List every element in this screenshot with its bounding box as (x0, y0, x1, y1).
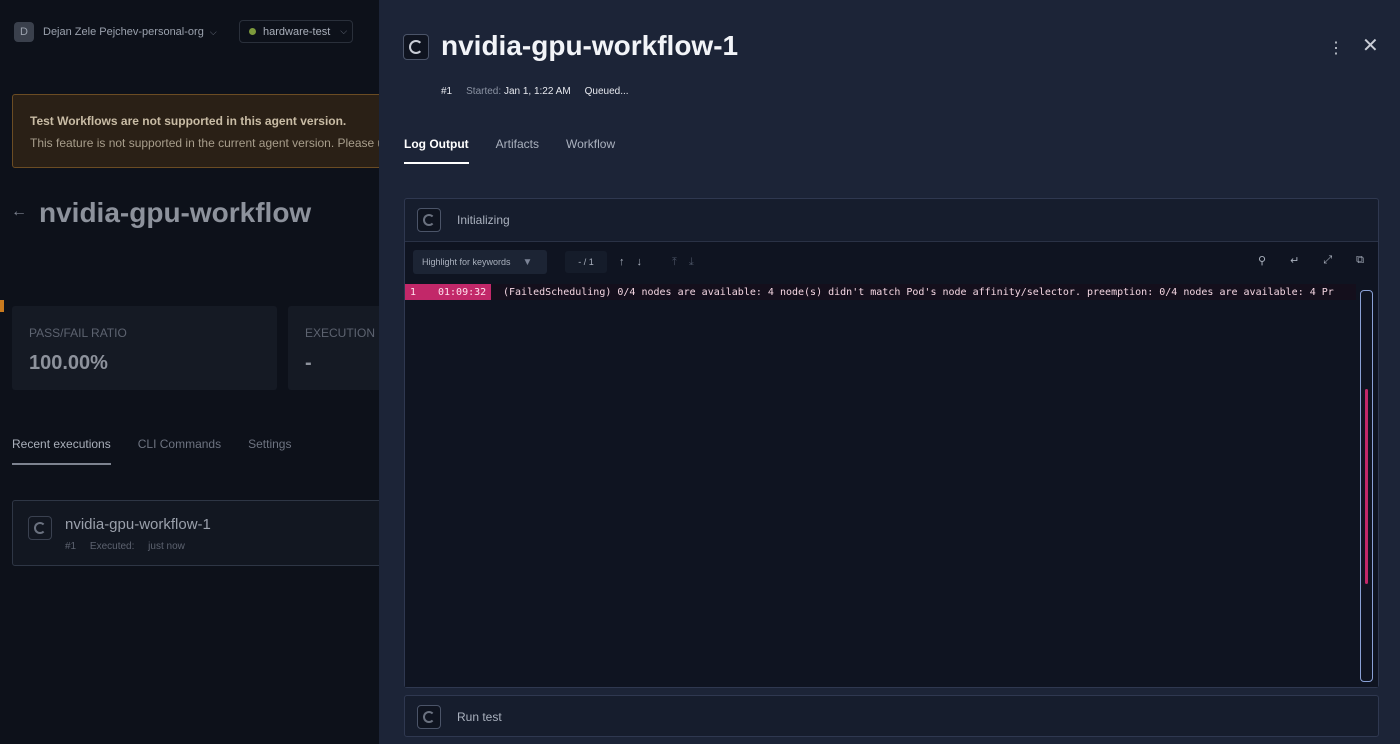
wrap-icon[interactable]: ↵ (1290, 254, 1299, 267)
executed-value: just now (148, 541, 185, 552)
environment-name: hardware-test (263, 25, 331, 38)
log-toolbar: Highlight for keywords ▼ - / 1 ↑ ↓ ⤒ ⤓ ⚲… (405, 242, 1378, 282)
log-viewer: Highlight for keywords ▼ - / 1 ↑ ↓ ⤒ ⤓ ⚲… (405, 241, 1378, 687)
execution-name: nvidia-gpu-workflow-1 (65, 516, 211, 533)
step-header[interactable]: Run test (405, 696, 1378, 738)
loading-spinner-icon (417, 208, 441, 232)
execution-meta: #1 Started: Jan 1, 1:22 AM Queued... (441, 86, 629, 97)
page-title: nvidia-gpu-workflow (39, 197, 312, 228)
status-accent-bar (0, 300, 4, 312)
expand-icon[interactable]: ⤢ (1323, 254, 1332, 267)
started-label: Started: (466, 86, 502, 97)
step-header[interactable]: Initializing (405, 199, 1378, 241)
more-vertical-icon[interactable]: ⋮ (1328, 38, 1344, 58)
arrow-left-icon[interactable]: ← (11, 203, 27, 221)
log-scrollbar[interactable] (1360, 290, 1373, 682)
step-name: Initializing (457, 213, 510, 227)
search-icon[interactable]: ⚲ (1258, 254, 1266, 267)
loading-spinner-icon (28, 516, 52, 540)
org-switcher[interactable]: D Dejan Zele Pejchev-personal-org ⌵ (14, 20, 217, 44)
loading-spinner-icon (417, 705, 441, 729)
filter-icon: ▼ (522, 256, 533, 268)
execution-number: #1 (441, 86, 453, 97)
scroll-bottom-icon[interactable]: ⤓ (689, 256, 694, 269)
started-value: Jan 1, 1:22 AM (503, 86, 571, 97)
chevron-down-icon: ⌵ (209, 26, 217, 37)
match-counter: - / 1 (565, 251, 607, 273)
log-line-gutter: 1 01:09:32 (405, 284, 491, 300)
tab-settings[interactable]: Settings (248, 437, 291, 465)
log-line-number: 1 (410, 286, 417, 298)
metric-label: PASS/FAIL RATIO (29, 326, 127, 340)
tab-cli-commands[interactable]: CLI Commands (138, 437, 221, 465)
log-line-text: (FailedScheduling) 0/4 nodes are availab… (503, 286, 1334, 298)
environment-status-dot (249, 28, 256, 35)
execution-card[interactable]: nvidia-gpu-workflow-1 #1 Executed: just … (12, 500, 392, 566)
drawer-title: nvidia-gpu-workflow-1 (441, 30, 739, 61)
tab-workflow[interactable]: Workflow (566, 137, 615, 164)
status-text: Queued... (584, 86, 629, 97)
close-icon[interactable]: ✕ (1362, 36, 1379, 56)
org-avatar: D (14, 22, 34, 42)
scrollbar-thumb[interactable] (1365, 389, 1368, 584)
execution-number: #1 (65, 541, 77, 552)
tab-log-output[interactable]: Log Output (404, 137, 469, 164)
execution-drawer: nvidia-gpu-workflow-1 ⋮ ✕ #1 Started: Ja… (379, 0, 1400, 744)
scroll-top-icon[interactable]: ⤒ (672, 256, 677, 269)
log-line-time: 01:09:32 (438, 286, 487, 298)
loading-spinner-icon (403, 34, 429, 60)
drawer-tabs: Log Output Artifacts Workflow (404, 137, 615, 164)
tab-recent-executions[interactable]: Recent executions (12, 437, 111, 465)
step-name: Run test (457, 710, 502, 724)
warning-title: Test Workflows are not supported in this… (30, 114, 347, 128)
highlight-placeholder: Highlight for keywords (422, 257, 511, 267)
chevron-down-icon: ⌵ (340, 26, 348, 36)
warning-banner: Test Workflows are not supported in this… (12, 94, 392, 168)
highlight-keywords-input[interactable]: Highlight for keywords ▼ (413, 250, 547, 274)
warning-text: This feature is not supported in the cur… (30, 136, 385, 150)
arrow-up-icon[interactable]: ↑ (619, 256, 625, 268)
tab-artifacts[interactable]: Artifacts (496, 137, 539, 164)
metric-value: 100.00% (29, 352, 108, 374)
step-run-test: Run test (404, 695, 1379, 737)
executed-label: Executed: (89, 541, 135, 552)
environment-select[interactable]: hardware-test ⌵ (239, 20, 353, 43)
log-actions: ⚲ ↵ ⤢ ⧉ (1258, 254, 1364, 267)
metric-pass-fail-ratio: PASS/FAIL RATIO 100.00% (12, 306, 277, 390)
log-line: 1 01:09:32 (FailedScheduling) 0/4 nodes … (405, 284, 1356, 300)
org-name: Dejan Zele Pejchev-personal-org (43, 26, 204, 38)
execution-meta: #1 Executed: just now (65, 541, 196, 552)
arrow-down-icon[interactable]: ↓ (637, 256, 643, 268)
page-tabs: Recent executions CLI Commands Settings (12, 437, 291, 465)
copy-icon[interactable]: ⧉ (1356, 254, 1364, 267)
step-initializing: Initializing Highlight for keywords ▼ - … (404, 198, 1379, 688)
